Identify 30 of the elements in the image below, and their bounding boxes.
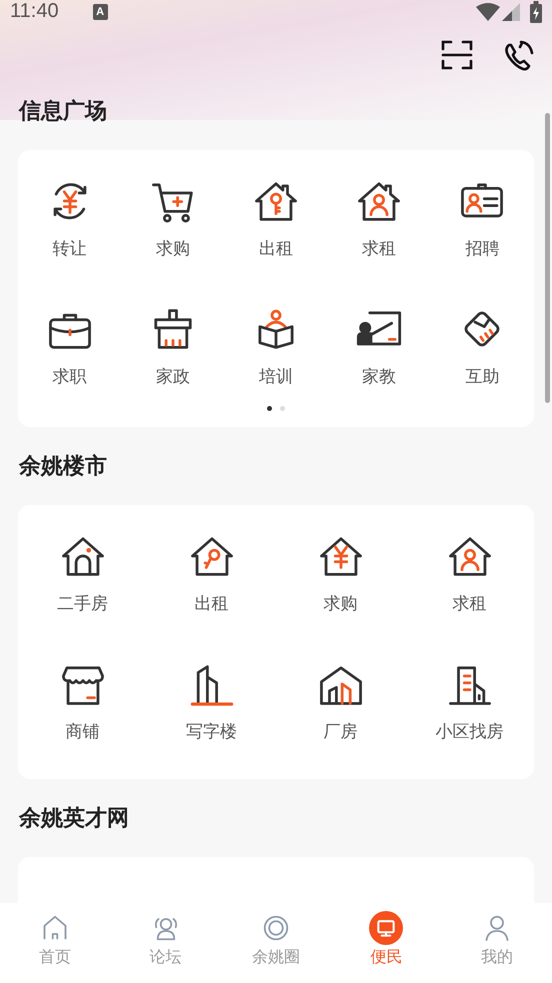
- monitor-icon: [369, 911, 404, 945]
- category-item[interactable]: 求租: [362, 238, 396, 260]
- category-item[interactable]: 互助: [465, 366, 500, 388]
- category-item[interactable]: 求购: [156, 238, 190, 260]
- status-time: 11:40: [10, 0, 59, 23]
- notification-icon: A: [92, 4, 108, 20]
- page-dot[interactable]: [267, 406, 272, 411]
- category-item[interactable]: 小区找房: [436, 721, 504, 743]
- section-title: 余姚英才网: [18, 805, 130, 833]
- category-item[interactable]: 商铺: [66, 721, 100, 743]
- category-item[interactable]: 出租: [258, 238, 293, 260]
- category-item[interactable]: 二手房: [57, 593, 108, 615]
- phone-button[interactable]: [502, 38, 536, 72]
- category-item[interactable]: 写字楼: [186, 721, 237, 743]
- section-title: 信息广场: [18, 98, 108, 126]
- signal-icon: [502, 2, 520, 20]
- category-item[interactable]: 求职: [52, 366, 87, 388]
- page-dot[interactable]: [280, 406, 285, 411]
- category-item[interactable]: 求租: [452, 593, 486, 615]
- category-item[interactable]: 招聘: [465, 238, 500, 260]
- category-item[interactable]: 出租: [194, 593, 228, 615]
- category-item[interactable]: 家教: [362, 366, 396, 388]
- section-title: 余姚楼市: [18, 452, 108, 481]
- category-item[interactable]: 厂房: [324, 721, 358, 743]
- wifi-icon: [476, 2, 500, 20]
- category-item[interactable]: 家政: [156, 366, 190, 388]
- category-item[interactable]: 转让: [52, 238, 87, 260]
- category-item[interactable]: 求购: [324, 593, 358, 615]
- category-item[interactable]: 培训: [258, 366, 293, 388]
- scan-button[interactable]: [440, 38, 474, 72]
